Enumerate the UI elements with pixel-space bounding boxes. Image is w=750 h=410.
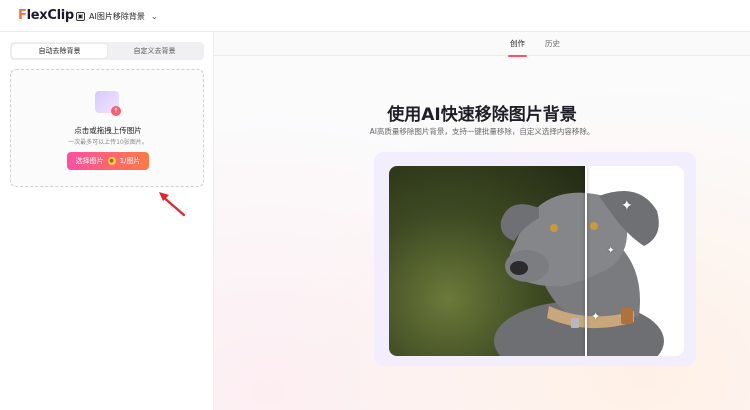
hero-title: 使用AI快速移除图片背景 (387, 105, 577, 125)
chevron-down-icon: ⌄ (150, 11, 158, 21)
top-bar: FlexClip ▣ AI图片移除背景 ⌄ (0, 0, 750, 32)
dropzone-subtitle: 一次最多可以上传10张图片。 (68, 139, 148, 146)
before-after-divider[interactable] (585, 166, 587, 356)
hero-subtitle: AI高质量移除图片背景，支持一键批量移除，自定义选择内容移除。 (369, 127, 595, 136)
dog-photo (494, 191, 664, 356)
left-panel: 自动去除背景 自定义去背景 ↑ 点击或拖拽上传图片 一次最多可以上传10张图片。… (0, 32, 214, 410)
tool-switcher[interactable]: ▣ AI图片移除背景 ⌄ (76, 9, 158, 23)
mode-tabs: 自动去除背景 自定义去背景 (10, 42, 204, 60)
sparkle-icon: ✦ (607, 246, 615, 256)
sparkle-icon: ✦ (621, 198, 633, 214)
upload-image-icon: ↑ (95, 91, 121, 116)
main-tabs: 创作 历史 (214, 32, 750, 57)
tab-create[interactable]: 创作 (508, 38, 527, 57)
select-image-button[interactable]: 选择图片 ● 1/图片 (67, 152, 149, 170)
main-area: 创作 历史 使用AI快速移除图片背景 AI高质量移除图片背景，支持一键批量移除，… (214, 32, 750, 410)
tab-custom-remove[interactable]: 自定义去背景 (107, 44, 202, 58)
flexclip-logo[interactable]: FlexClip (18, 8, 74, 23)
image-ai-icon: ▣ (76, 11, 85, 21)
upload-badge-icon: ↑ (111, 106, 121, 116)
tab-history[interactable]: 历史 (545, 38, 560, 49)
tab-auto-remove[interactable]: 自动去除背景 (12, 44, 107, 58)
credit-cost: 1/图片 (119, 157, 141, 165)
credit-coin-icon: ● (107, 157, 116, 165)
sparkle-icon: ✦ (591, 310, 601, 323)
before-after-showcase: ✦ ✦ ✦ (389, 166, 684, 356)
tool-name: AI图片移除背景 (89, 11, 145, 21)
upload-dropzone[interactable]: ↑ 点击或拖拽上传图片 一次最多可以上传10张图片。 选择图片 ● 1/图片 (10, 69, 204, 187)
dropzone-title: 点击或拖拽上传图片 (74, 126, 142, 135)
annotation-arrow-icon (159, 192, 186, 217)
